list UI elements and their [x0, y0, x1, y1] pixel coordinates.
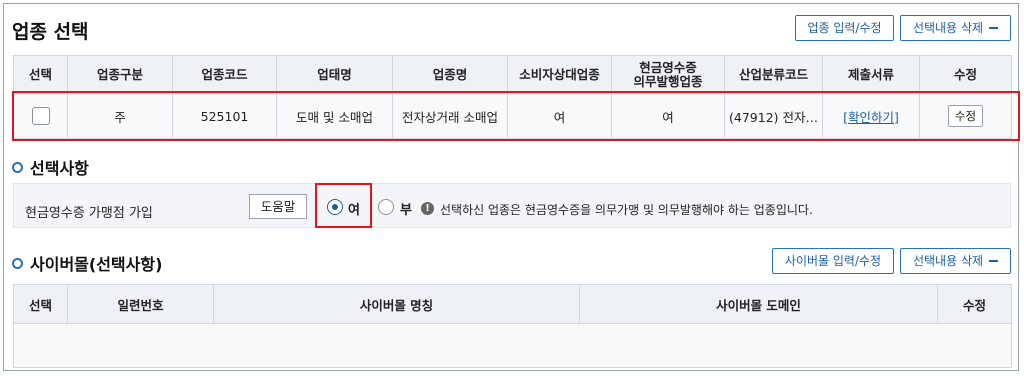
minus-icon: [989, 26, 999, 29]
info-message: 선택하신 업종은 현금영수증을 의무가맹 및 의무발행해야 하는 업종입니다.: [440, 203, 813, 217]
table-header-row: 선택 일련번호 사이버몰 명칭 사이버몰 도메인 수정: [13, 284, 1012, 324]
col-industry: 업종명: [392, 55, 508, 94]
radio-highlight-box: [315, 183, 372, 228]
col-select: 선택: [13, 55, 68, 94]
section-title-cybermall: 사이버몰(선택사항): [12, 251, 162, 275]
cybermall-delete-label: 선택내용 삭제: [912, 254, 984, 268]
cybermall-title-text: 사이버몰(선택사항): [30, 255, 163, 274]
row-highlight-box: [12, 91, 1020, 141]
business-delete-label: 선택내용 삭제: [912, 21, 984, 35]
col-docs: 제출서류: [822, 55, 920, 94]
cash-receipt-label: 현금영수증 가맹점 가입: [25, 206, 153, 221]
col-edit: 수정: [919, 55, 1012, 94]
col-consumer: 소비자상대업종: [507, 55, 612, 94]
col-type: 업종구분: [67, 55, 173, 94]
business-input-button[interactable]: 업종 입력/수정: [795, 15, 894, 41]
col-mall-name: 사이버몰 명칭: [213, 284, 580, 324]
bullet-icon: [12, 258, 23, 269]
col-code: 업종코드: [172, 55, 277, 94]
minus-icon: [989, 259, 999, 262]
table-empty-row: [13, 323, 1012, 368]
cybermall-table: 선택 일련번호 사이버몰 명칭 사이버몰 도메인 수정: [13, 284, 1012, 368]
table-header-row: 선택 업종구분 업종코드 업태명 업종명 소비자상대업종 현금영수증 의무발행업…: [13, 55, 1012, 94]
col-business: 업태명: [276, 55, 393, 94]
section-title-options: 선택사항: [12, 155, 89, 179]
radio-no-label: 부: [400, 203, 412, 218]
cybermall-input-button[interactable]: 사이버몰 입력/수정: [772, 248, 894, 274]
options-title-text: 선택사항: [30, 159, 89, 178]
business-delete-button[interactable]: 선택내용 삭제: [900, 15, 1011, 41]
bullet-icon: [12, 162, 23, 173]
help-button[interactable]: 도움말: [249, 194, 307, 219]
section-title-business-selection: 업종 선택: [12, 21, 89, 43]
col-serial: 일련번호: [67, 284, 214, 324]
col-mall-domain: 사이버몰 도메인: [579, 284, 938, 324]
col-class-code: 산업분류코드: [724, 55, 823, 94]
empty-cell: [13, 323, 1012, 368]
col-edit: 수정: [937, 284, 1012, 324]
info-icon: !: [421, 202, 434, 215]
col-select: 선택: [13, 284, 68, 324]
cybermall-delete-button[interactable]: 선택내용 삭제: [900, 248, 1011, 274]
col-cash-receipt: 현금영수증 의무발행업종: [611, 55, 725, 94]
radio-no[interactable]: [378, 199, 394, 215]
